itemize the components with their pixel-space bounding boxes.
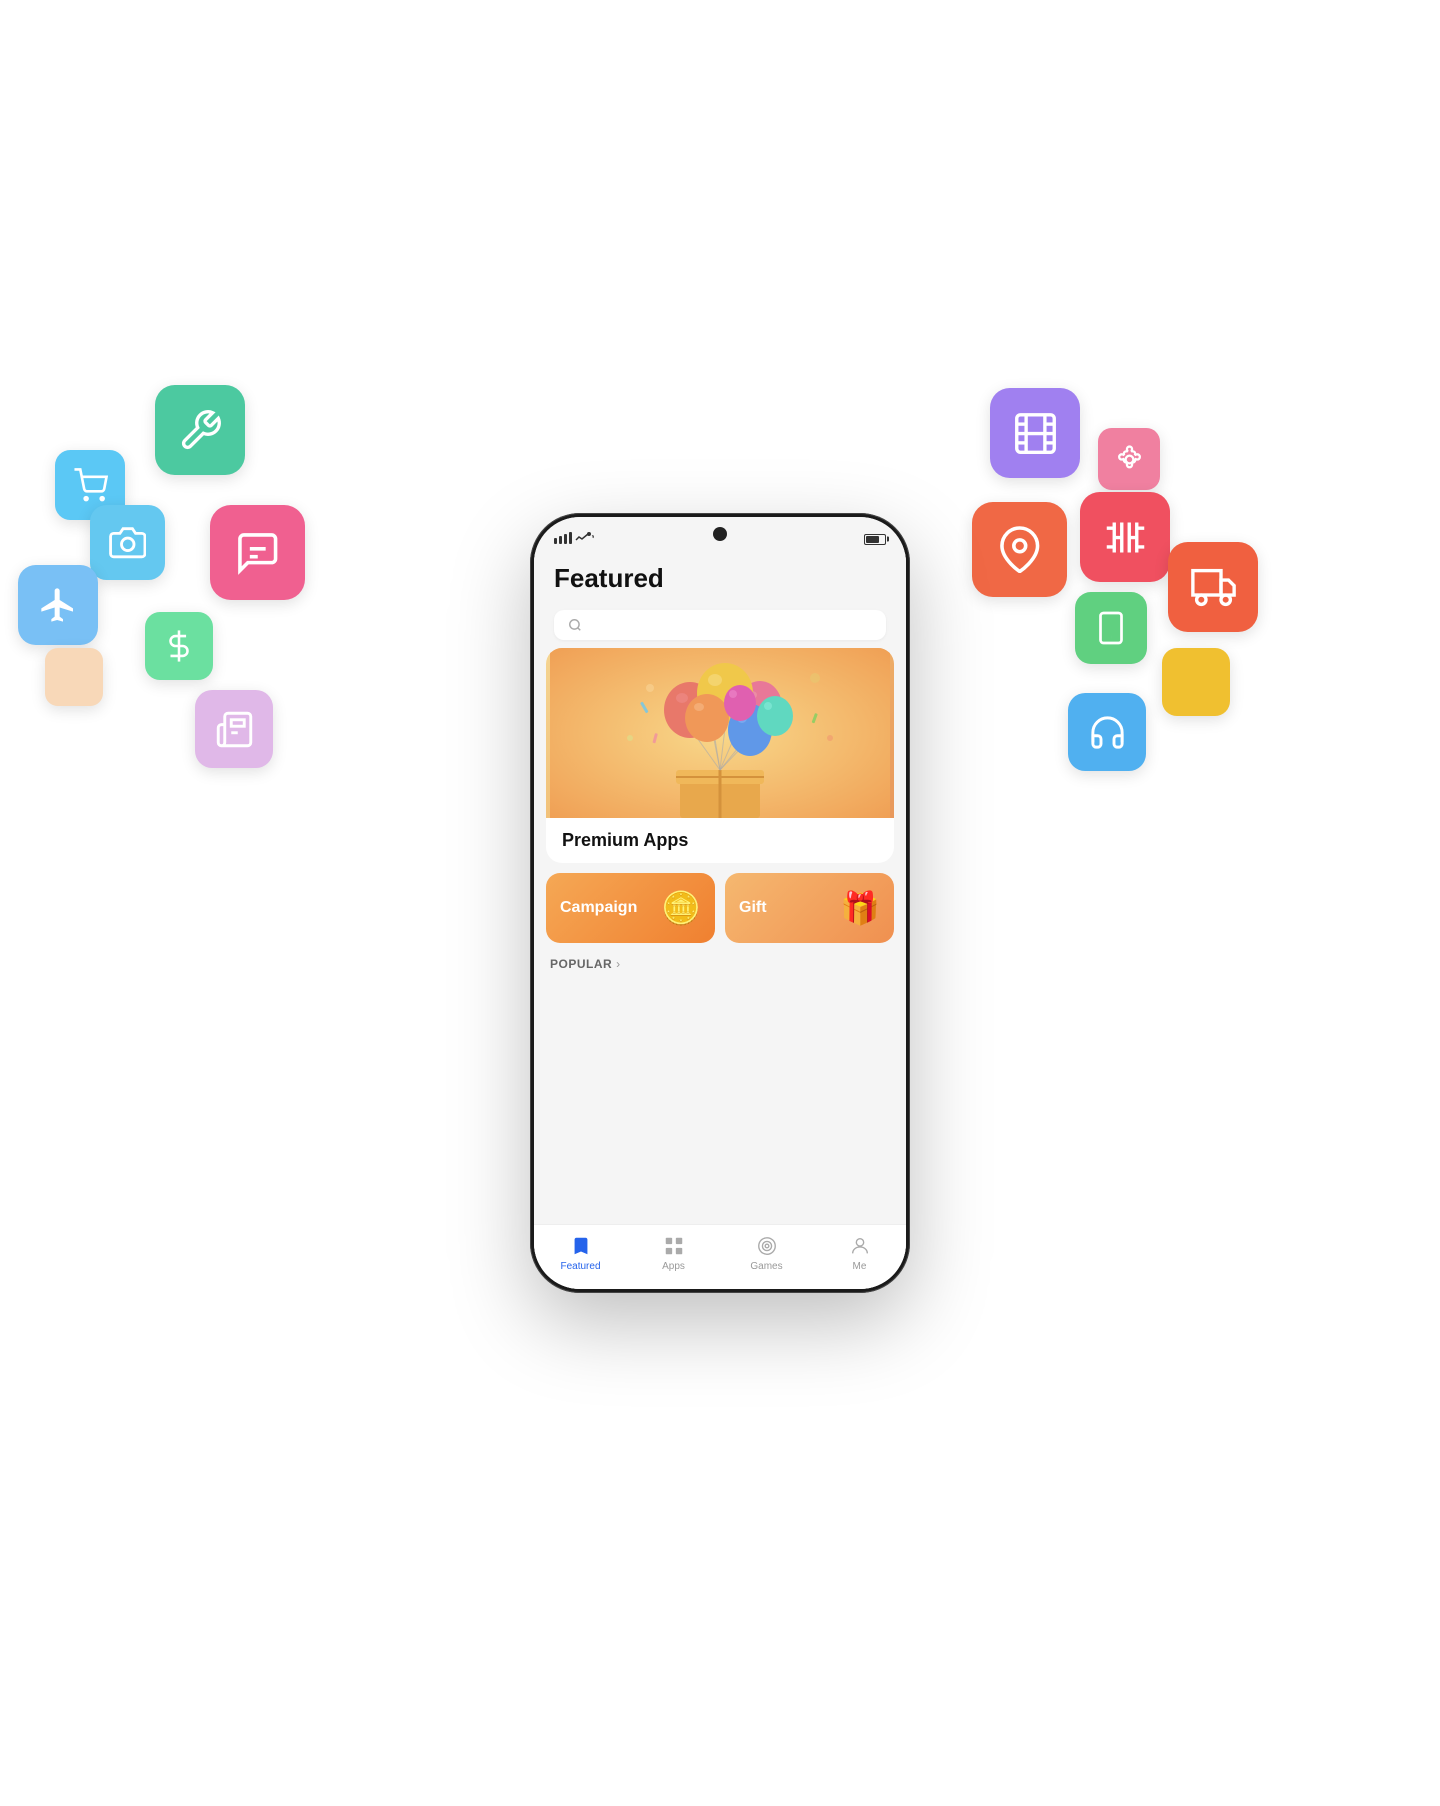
phone-screen: Featured bbox=[534, 517, 906, 1289]
floating-icon-13 bbox=[1075, 592, 1147, 664]
floating-icon-12 bbox=[1168, 542, 1258, 632]
apps-nav-label: Apps bbox=[662, 1261, 685, 1272]
banner-card[interactable]: Premium Apps bbox=[546, 648, 894, 863]
popular-label: POPULAR bbox=[550, 957, 612, 971]
nav-featured[interactable]: Featured bbox=[534, 1234, 627, 1272]
search-icon bbox=[568, 618, 582, 632]
floating-icon-3 bbox=[90, 505, 165, 580]
popular-arrow: › bbox=[616, 957, 620, 971]
gift-icon: 🎁 bbox=[840, 889, 880, 927]
banner-illustration bbox=[546, 648, 894, 818]
games-nav-icon bbox=[755, 1234, 779, 1258]
me-nav-label: Me bbox=[853, 1261, 867, 1272]
floating-icon-14 bbox=[1162, 648, 1230, 716]
scrollable-area: Premium Apps Campaign 🪙 Gift 🎁 bbox=[534, 648, 906, 1224]
apps-nav-icon bbox=[662, 1234, 686, 1258]
games-nav-label: Games bbox=[750, 1261, 782, 1272]
page-header: Featured bbox=[534, 553, 906, 602]
floating-icon-0 bbox=[55, 450, 125, 520]
campaign-label: Campaign bbox=[560, 899, 637, 917]
gift-label: Gift bbox=[739, 899, 767, 917]
banner-title: Premium Apps bbox=[546, 818, 894, 863]
status-time bbox=[554, 532, 594, 547]
action-cards: Campaign 🪙 Gift 🎁 bbox=[546, 873, 894, 943]
floating-icon-4 bbox=[18, 565, 98, 645]
status-right bbox=[864, 534, 886, 545]
me-nav-icon bbox=[848, 1234, 872, 1258]
battery-icon bbox=[864, 534, 886, 545]
featured-nav-icon bbox=[569, 1234, 593, 1258]
status-bar bbox=[534, 517, 906, 553]
floating-icon-10 bbox=[1080, 492, 1170, 582]
floating-icon-6 bbox=[45, 648, 103, 706]
nav-me[interactable]: Me bbox=[813, 1234, 906, 1272]
popular-section[interactable]: POPULAR › bbox=[546, 953, 894, 975]
campaign-icon: 🪙 bbox=[661, 889, 701, 927]
floating-icon-7 bbox=[195, 690, 273, 768]
floating-icon-15 bbox=[1068, 693, 1146, 771]
page-title: Featured bbox=[554, 563, 886, 594]
screen-content: Featured bbox=[534, 553, 906, 1289]
banner-image bbox=[546, 648, 894, 818]
campaign-card[interactable]: Campaign 🪙 bbox=[546, 873, 715, 943]
floating-icon-8 bbox=[990, 388, 1080, 478]
featured-nav-label: Featured bbox=[560, 1261, 600, 1272]
nav-games[interactable]: Games bbox=[720, 1234, 813, 1272]
floating-icon-1 bbox=[155, 385, 245, 475]
camera-notch bbox=[713, 527, 727, 541]
floating-icon-2 bbox=[210, 505, 305, 600]
nav-apps[interactable]: Apps bbox=[627, 1234, 720, 1272]
floating-icon-5 bbox=[145, 612, 213, 680]
floating-icon-9 bbox=[1098, 428, 1160, 490]
gift-card[interactable]: Gift 🎁 bbox=[725, 873, 894, 943]
bottom-nav: Featured Apps bbox=[534, 1224, 906, 1289]
floating-icon-11 bbox=[972, 502, 1067, 597]
phone-frame: Featured bbox=[530, 513, 910, 1293]
search-bar[interactable] bbox=[554, 610, 886, 640]
